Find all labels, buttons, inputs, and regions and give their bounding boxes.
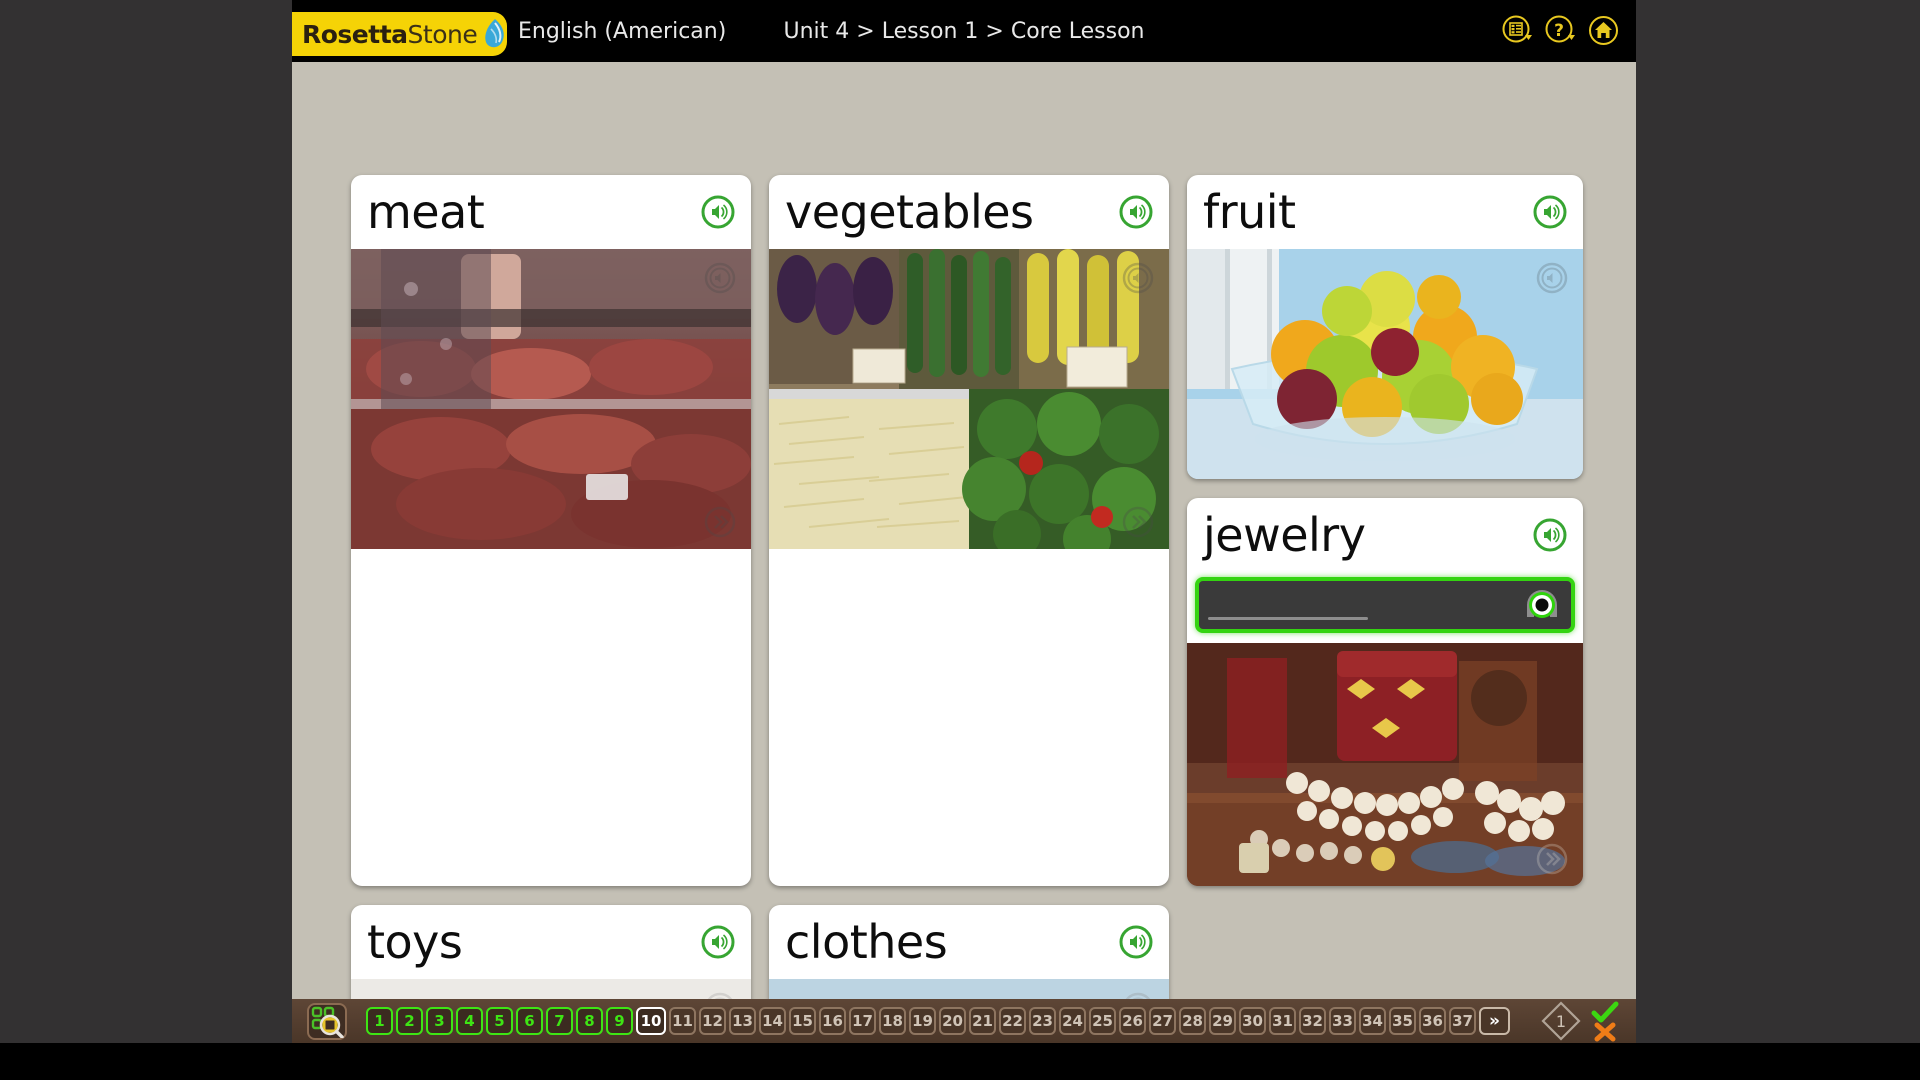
screen-number-34[interactable]: 34 xyxy=(1359,1007,1386,1035)
card-fruit-photo[interactable] xyxy=(1187,249,1583,479)
screen-number-24[interactable]: 24 xyxy=(1059,1007,1086,1035)
screen-number-36[interactable]: 36 xyxy=(1419,1007,1446,1035)
screen-number-33[interactable]: 33 xyxy=(1329,1007,1356,1035)
header-icon-group: ? xyxy=(1501,14,1620,47)
speaker-icon[interactable] xyxy=(1119,925,1153,959)
svg-text:?: ? xyxy=(1554,21,1564,41)
screen-number-6[interactable]: 6 xyxy=(516,1007,543,1035)
screen-overview-icon[interactable] xyxy=(307,1002,347,1040)
attempt-counter-text: 1 xyxy=(1556,1012,1566,1031)
screen-number-8[interactable]: 8 xyxy=(576,1007,603,1035)
screen-number-7[interactable]: 7 xyxy=(546,1007,573,1035)
speaker-icon[interactable] xyxy=(701,925,735,959)
screen-number-21[interactable]: 21 xyxy=(969,1007,996,1035)
screen-number-2[interactable]: 2 xyxy=(396,1007,423,1035)
card-meat-header: meat xyxy=(351,175,751,249)
card-meat-word: meat xyxy=(367,185,485,239)
next-screens-button[interactable]: » xyxy=(1479,1007,1510,1035)
screen-number-18[interactable]: 18 xyxy=(879,1007,906,1035)
card-vegetables-header: vegetables xyxy=(769,175,1169,249)
letterbox-right xyxy=(1636,0,1920,1043)
speaker-icon[interactable] xyxy=(1533,518,1567,552)
card-clothes-word: clothes xyxy=(785,915,948,969)
screen-number-1[interactable]: 1 xyxy=(366,1007,393,1035)
nav-status-group: 1 xyxy=(1540,1000,1622,1042)
card-vegetables[interactable]: vegetables xyxy=(769,175,1169,886)
screen-number-26[interactable]: 26 xyxy=(1119,1007,1146,1035)
screen-number-19[interactable]: 19 xyxy=(909,1007,936,1035)
screen-number-11[interactable]: 11 xyxy=(669,1007,696,1035)
microphone-icon[interactable] xyxy=(1520,583,1564,627)
card-jewelry-header: jewelry xyxy=(1187,498,1583,572)
screen-number-32[interactable]: 32 xyxy=(1299,1007,1326,1035)
lesson-navigation-bar: 1 2 3 4 5 6 7 8 9 10 11 12 13 14 15 16 17 18 19 20 21 22 23 24 2… xyxy=(292,999,1636,1043)
attempt-counter-badge: 1 xyxy=(1540,1000,1582,1042)
screen-number-3[interactable]: 3 xyxy=(426,1007,453,1035)
screen-number-9[interactable]: 9 xyxy=(606,1007,633,1035)
card-jewelry-word: jewelry xyxy=(1203,508,1366,562)
overlay-next-icon[interactable] xyxy=(1535,842,1569,876)
speaker-icon[interactable] xyxy=(1533,195,1567,229)
card-fruit-header: fruit xyxy=(1187,175,1583,249)
audio-level-meter xyxy=(1208,617,1368,620)
card-fruit-word: fruit xyxy=(1203,185,1296,239)
screen-number-list: 1 2 3 4 5 6 7 8 9 10 11 12 13 14 15 16 17 18 19 20 21 22 23 24 2… xyxy=(366,1007,1510,1035)
rosetta-stone-app: RosettaStone English (American) Unit 4 >… xyxy=(0,0,1920,1080)
screen-number-28[interactable]: 28 xyxy=(1179,1007,1206,1035)
answer-marks xyxy=(1588,1000,1622,1042)
screen-number-37[interactable]: 37 xyxy=(1449,1007,1476,1035)
card-fruit[interactable]: fruit xyxy=(1187,175,1583,479)
word-card-grid: meat vegetables fruit jewelry toys cloth… xyxy=(351,175,1583,1080)
screen-number-25[interactable]: 25 xyxy=(1089,1007,1116,1035)
speech-record-widget[interactable] xyxy=(1187,572,1583,643)
screen-number-31[interactable]: 31 xyxy=(1269,1007,1296,1035)
screen-number-10[interactable]: 10 xyxy=(636,1007,666,1035)
overlay-speaker-icon[interactable] xyxy=(1121,261,1155,295)
grid-top-row: meat vegetables fruit jewelry xyxy=(351,175,1583,886)
grid-right-column: fruit jewelry xyxy=(1187,175,1583,886)
screen-number-29[interactable]: 29 xyxy=(1209,1007,1236,1035)
breadcrumb: Unit 4 > Lesson 1 > Core Lesson xyxy=(783,19,1145,44)
screen-number-15[interactable]: 15 xyxy=(789,1007,816,1035)
screen-number-5[interactable]: 5 xyxy=(486,1007,513,1035)
letterbox-left xyxy=(0,0,292,1043)
home-icon[interactable] xyxy=(1587,14,1620,47)
card-vegetables-photo[interactable] xyxy=(769,249,1169,549)
speaker-icon[interactable] xyxy=(1119,195,1153,229)
screen-number-35[interactable]: 35 xyxy=(1389,1007,1416,1035)
app-header: RosettaStone English (American) Unit 4 >… xyxy=(292,0,1636,62)
card-meat[interactable]: meat xyxy=(351,175,751,886)
overlay-next-icon[interactable] xyxy=(1121,505,1155,539)
card-vegetables-word: vegetables xyxy=(785,185,1034,239)
screen-number-13[interactable]: 13 xyxy=(729,1007,756,1035)
card-jewelry[interactable]: jewelry xyxy=(1187,498,1583,886)
card-toys-header: toys xyxy=(351,905,751,979)
screen-number-4[interactable]: 4 xyxy=(456,1007,483,1035)
overlay-speaker-icon[interactable] xyxy=(703,261,737,295)
speaker-icon[interactable] xyxy=(701,195,735,229)
screen-number-14[interactable]: 14 xyxy=(759,1007,786,1035)
screen-number-27[interactable]: 27 xyxy=(1149,1007,1176,1035)
overlay-speaker-icon[interactable] xyxy=(1535,261,1569,295)
screen-number-23[interactable]: 23 xyxy=(1029,1007,1056,1035)
screen-number-30[interactable]: 30 xyxy=(1239,1007,1266,1035)
overlay-next-icon[interactable] xyxy=(703,505,737,539)
letterbox-bottom xyxy=(0,1043,1920,1080)
screen-number-22[interactable]: 22 xyxy=(999,1007,1026,1035)
screen-number-17[interactable]: 17 xyxy=(849,1007,876,1035)
help-icon[interactable]: ? xyxy=(1544,14,1577,47)
screen-number-20[interactable]: 20 xyxy=(939,1007,966,1035)
screen-number-16[interactable]: 16 xyxy=(819,1007,846,1035)
card-toys-word: toys xyxy=(367,915,463,969)
screen-number-12[interactable]: 12 xyxy=(699,1007,726,1035)
card-jewelry-photo[interactable] xyxy=(1187,643,1583,886)
lesson-stage: RosettaStone English (American) Unit 4 >… xyxy=(292,0,1636,1080)
card-clothes-header: clothes xyxy=(769,905,1169,979)
card-meat-photo[interactable] xyxy=(351,249,751,549)
course-contents-icon[interactable] xyxy=(1501,14,1534,47)
record-panel[interactable] xyxy=(1195,577,1575,633)
